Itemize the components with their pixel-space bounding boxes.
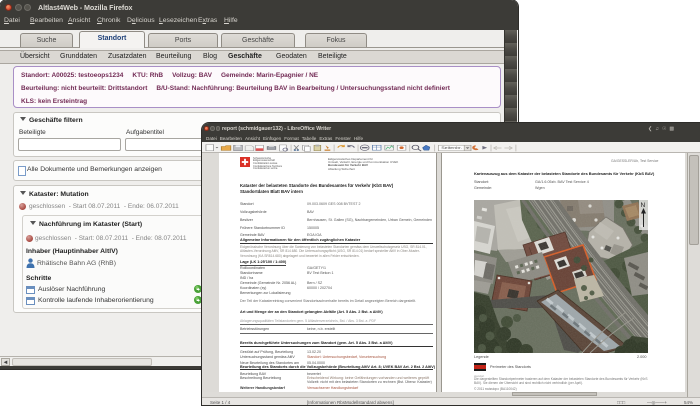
svg-text:N: N [641,202,646,209]
svg-text:Seitenbr.: Seitenbr. [441,146,462,150]
